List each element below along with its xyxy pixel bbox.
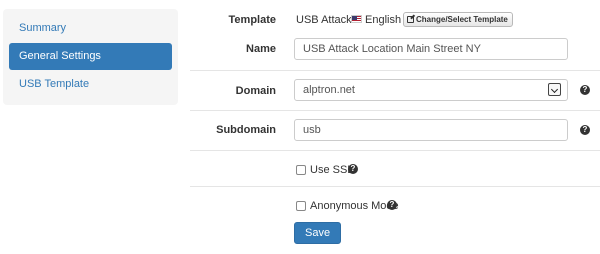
- divider: [190, 70, 600, 71]
- use-ssl-help-icon[interactable]: ?: [348, 164, 358, 174]
- domain-selected-value: alptron.net: [303, 84, 355, 96]
- domain-help-icon[interactable]: ?: [580, 85, 590, 95]
- divider: [190, 110, 600, 111]
- template-label: Template: [228, 14, 276, 26]
- name-label: Name: [246, 43, 276, 55]
- change-template-button[interactable]: Change/Select Template: [403, 12, 513, 27]
- sidebar-item-usb-template[interactable]: USB Template: [9, 71, 172, 98]
- divider: [190, 186, 600, 187]
- anonymous-mode-help-icon[interactable]: ?: [387, 200, 397, 210]
- sidebar-nav: Summary General Settings USB Template: [3, 9, 178, 105]
- us-flag-icon: [351, 15, 362, 23]
- domain-select[interactable]: alptron.net: [294, 79, 568, 101]
- name-input[interactable]: USB Attack Location Main Street NY: [294, 38, 568, 60]
- change-template-label: Change/Select Template: [416, 15, 508, 24]
- chevron-down-icon[interactable]: [548, 83, 561, 96]
- anonymous-mode-checkbox[interactable]: [296, 201, 306, 211]
- subdomain-help-icon[interactable]: ?: [580, 125, 590, 135]
- save-button[interactable]: Save: [294, 222, 342, 244]
- subdomain-input[interactable]: usb: [294, 119, 568, 141]
- sidebar-item-summary[interactable]: Summary: [9, 15, 172, 42]
- use-ssl-checkbox[interactable]: [296, 165, 306, 175]
- domain-label: Domain: [235, 85, 276, 97]
- use-ssl-label: Use SSL: [310, 164, 354, 176]
- sidebar-item-general-settings[interactable]: General Settings: [9, 43, 172, 70]
- anonymous-mode-label: Anonymous Mode: [310, 200, 399, 212]
- template-name: USB Attack /: [296, 14, 358, 26]
- divider: [190, 150, 600, 151]
- edit-icon: [407, 16, 414, 23]
- subdomain-label: Subdomain: [216, 124, 276, 136]
- template-language: English: [365, 14, 402, 26]
